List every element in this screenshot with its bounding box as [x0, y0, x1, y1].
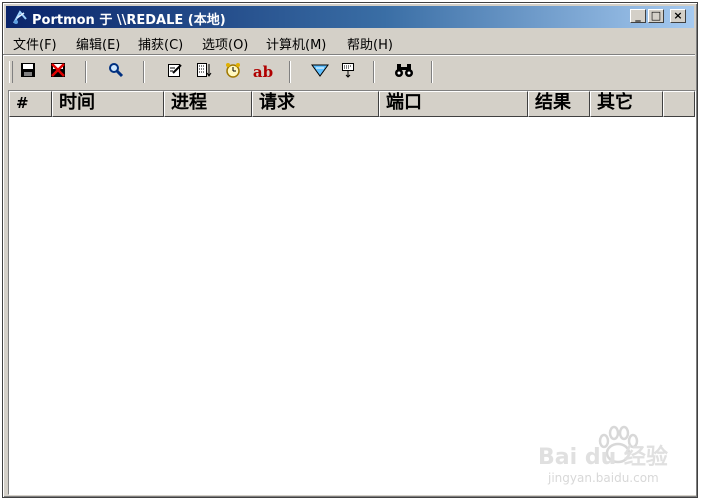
- save-icon: [20, 62, 36, 82]
- column-header-result[interactable]: 结果: [528, 91, 590, 117]
- main-window: Portmon 于 \\REDALE (本地) _ □ × 文件(F) 编辑(E…: [2, 2, 698, 498]
- maximize-button[interactable]: □: [648, 9, 664, 23]
- toolbar-separator: [85, 61, 87, 83]
- find-button[interactable]: [393, 61, 415, 83]
- toolbar-separator: [373, 61, 375, 83]
- close-button[interactable]: ×: [670, 9, 686, 23]
- portmon-app-icon: [12, 9, 28, 25]
- filter-button[interactable]: [164, 61, 186, 83]
- menu-bar: 文件(F) 编辑(E) 捕获(C) 选项(O) 计算机(M) 帮助(H): [7, 30, 695, 53]
- ab-text-icon: ab: [252, 63, 274, 81]
- time-button[interactable]: [222, 61, 244, 83]
- close-icon: ×: [673, 9, 683, 22]
- edit-filter-icon: [167, 62, 183, 82]
- minimize-button[interactable]: _: [630, 9, 646, 23]
- menu-separator: [3, 54, 695, 56]
- menu-capture[interactable]: 捕获(C): [138, 34, 183, 53]
- title-bar[interactable]: Portmon 于 \\REDALE (本地) _ □ ×: [6, 6, 694, 28]
- list-icon: [196, 62, 212, 82]
- baidu-jingyan-watermark: Bai du 经验 jingyan.baidu.com: [536, 425, 686, 495]
- save-button[interactable]: [17, 61, 39, 83]
- highlight-icon: [340, 62, 356, 82]
- autoscroll-button[interactable]: [193, 61, 215, 83]
- list-header: # 时间 进程 请求 端口 结果 其它: [9, 91, 695, 117]
- toolbar-grip[interactable]: [9, 61, 13, 83]
- clock-icon: [224, 61, 242, 83]
- capture-icon: [311, 62, 329, 82]
- column-header-time[interactable]: 时间: [52, 91, 164, 117]
- menu-help[interactable]: 帮助(H): [347, 34, 393, 53]
- toolbar-separator: [289, 61, 291, 83]
- column-header-port[interactable]: 端口: [379, 91, 528, 117]
- toolbar-separator: [143, 61, 145, 83]
- clear-button[interactable]: [47, 61, 69, 83]
- clear-icon: [50, 62, 66, 82]
- minimize-icon: _: [635, 9, 641, 22]
- column-header-process[interactable]: 进程: [164, 91, 252, 117]
- find-binoculars-icon: [394, 62, 414, 82]
- magnifier-icon: [108, 62, 124, 82]
- highlight-text-button[interactable]: ab: [249, 61, 277, 83]
- column-header-request[interactable]: 请求: [252, 91, 379, 117]
- menu-options[interactable]: 选项(O): [202, 34, 248, 53]
- watermark-brand: Bai du 经验: [538, 445, 668, 470]
- menu-edit[interactable]: 编辑(E): [76, 34, 120, 53]
- watermark-url: jingyan.baidu.com: [548, 471, 659, 485]
- column-header-number[interactable]: #: [9, 91, 52, 117]
- column-header-filler: [663, 91, 695, 117]
- magnifier-button[interactable]: [105, 61, 127, 83]
- menu-computer[interactable]: 计算机(M): [266, 34, 326, 53]
- column-header-other[interactable]: 其它: [590, 91, 663, 117]
- toolbar-separator: [431, 61, 433, 83]
- capture-button[interactable]: [309, 61, 331, 83]
- maximize-icon: □: [650, 9, 662, 22]
- menu-file[interactable]: 文件(F): [13, 34, 57, 53]
- window-title: Portmon 于 \\REDALE (本地): [32, 13, 226, 28]
- highlight-button[interactable]: [337, 61, 359, 83]
- toolbar: ab: [7, 57, 695, 87]
